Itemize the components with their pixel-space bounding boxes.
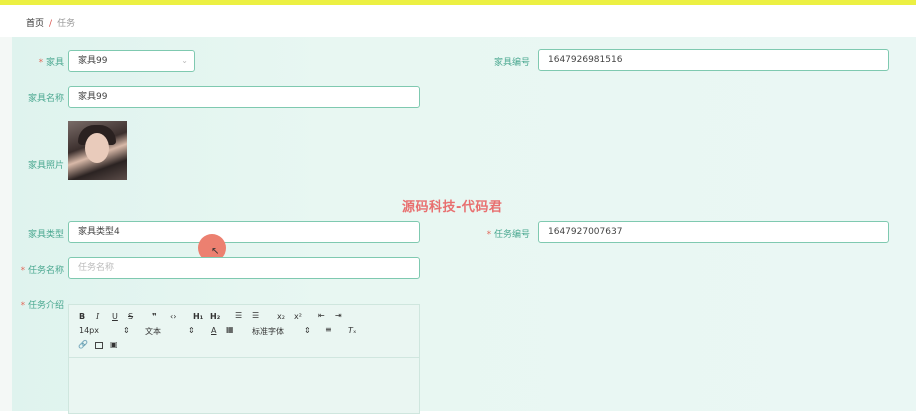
task-no-field[interactable]: 1647927007637 [538,221,889,243]
furniture-type-label: 家具类型 [27,230,64,240]
breadcrumb-home[interactable]: 首页 [26,19,44,29]
image-icon[interactable] [95,342,103,349]
quote-icon[interactable]: ❞ [152,312,157,321]
link-icon[interactable]: 🔗 [78,340,88,349]
font-color-icon[interactable]: A [211,326,216,335]
bullet-list-icon[interactable]: ☰ [252,311,259,320]
clear-format-icon[interactable]: Tₓ [348,326,356,335]
font-size-select[interactable]: 14px [79,326,99,335]
video-icon[interactable]: ▣ [110,340,118,349]
watermark: 源码科技-代码君 [402,200,503,215]
header: 首页 / 任务 [0,5,916,37]
ordered-list-icon[interactable]: ☰ [235,311,242,320]
furniture-select[interactable]: 家具99 ⌄ [68,50,195,72]
block-format-arrows-icon: ⇕ [188,326,195,335]
task-no-label: * 任务编号 [486,230,530,240]
subscript-icon[interactable]: x₂ [277,312,285,321]
outdent-icon[interactable]: ⇤ [318,311,325,320]
rich-text-editor[interactable]: B I U S ❞ ‹› H₁ H₂ ☰ ☰ x₂ x² ⇤ ⇥ 14px ⇕ … [68,304,420,414]
breadcrumb: 首页 / 任务 [26,16,75,29]
task-name-input[interactable]: 任务名称 [68,257,420,279]
furniture-photo[interactable] [68,121,127,180]
h1-icon[interactable]: H₁ [193,312,203,321]
furniture-name-label: 家具名称 [27,94,64,104]
furniture-photo-label: 家具照片 [27,161,64,171]
indent-icon[interactable]: ⇥ [335,311,342,320]
photo-face [85,133,109,163]
strike-icon[interactable]: S [128,312,133,321]
block-format-select[interactable]: 文本 [145,326,161,337]
superscript-icon[interactable]: x² [294,312,302,321]
furniture-name-field[interactable]: 家具99 [68,86,420,108]
italic-icon[interactable]: I [96,312,99,321]
furniture-type-field[interactable]: 家具类型4 [68,221,420,243]
breadcrumb-current: 任务 [57,19,76,29]
font-size-arrows-icon: ⇕ [123,326,130,335]
furniture-label: * 家具 [38,58,64,68]
align-icon[interactable]: ≡ [325,325,332,334]
chevron-down-icon: ⌄ [181,56,188,65]
task-name-label: * 任务名称 [20,266,64,276]
code-icon[interactable]: ‹› [170,312,176,321]
breadcrumb-separator: / [49,19,53,29]
furniture-no-label: 家具编号 [493,58,530,68]
font-family-arrows-icon: ⇕ [304,326,311,335]
furniture-no-field[interactable]: 1647926981516 [538,49,889,71]
font-family-select[interactable]: 标准字体 [252,326,284,337]
left-strip [0,37,12,411]
editor-toolbar: B I U S ❞ ‹› H₁ H₂ ☰ ☰ x₂ x² ⇤ ⇥ 14px ⇕ … [69,305,419,358]
background-color-icon[interactable]: ▦ [226,325,234,334]
bold-icon[interactable]: B [79,312,85,321]
task-intro-label: * 任务介绍 [20,301,64,311]
underline-icon[interactable]: U [112,312,118,321]
mouse-pointer-icon: ↖ [211,246,220,257]
h2-icon[interactable]: H₂ [210,312,220,321]
